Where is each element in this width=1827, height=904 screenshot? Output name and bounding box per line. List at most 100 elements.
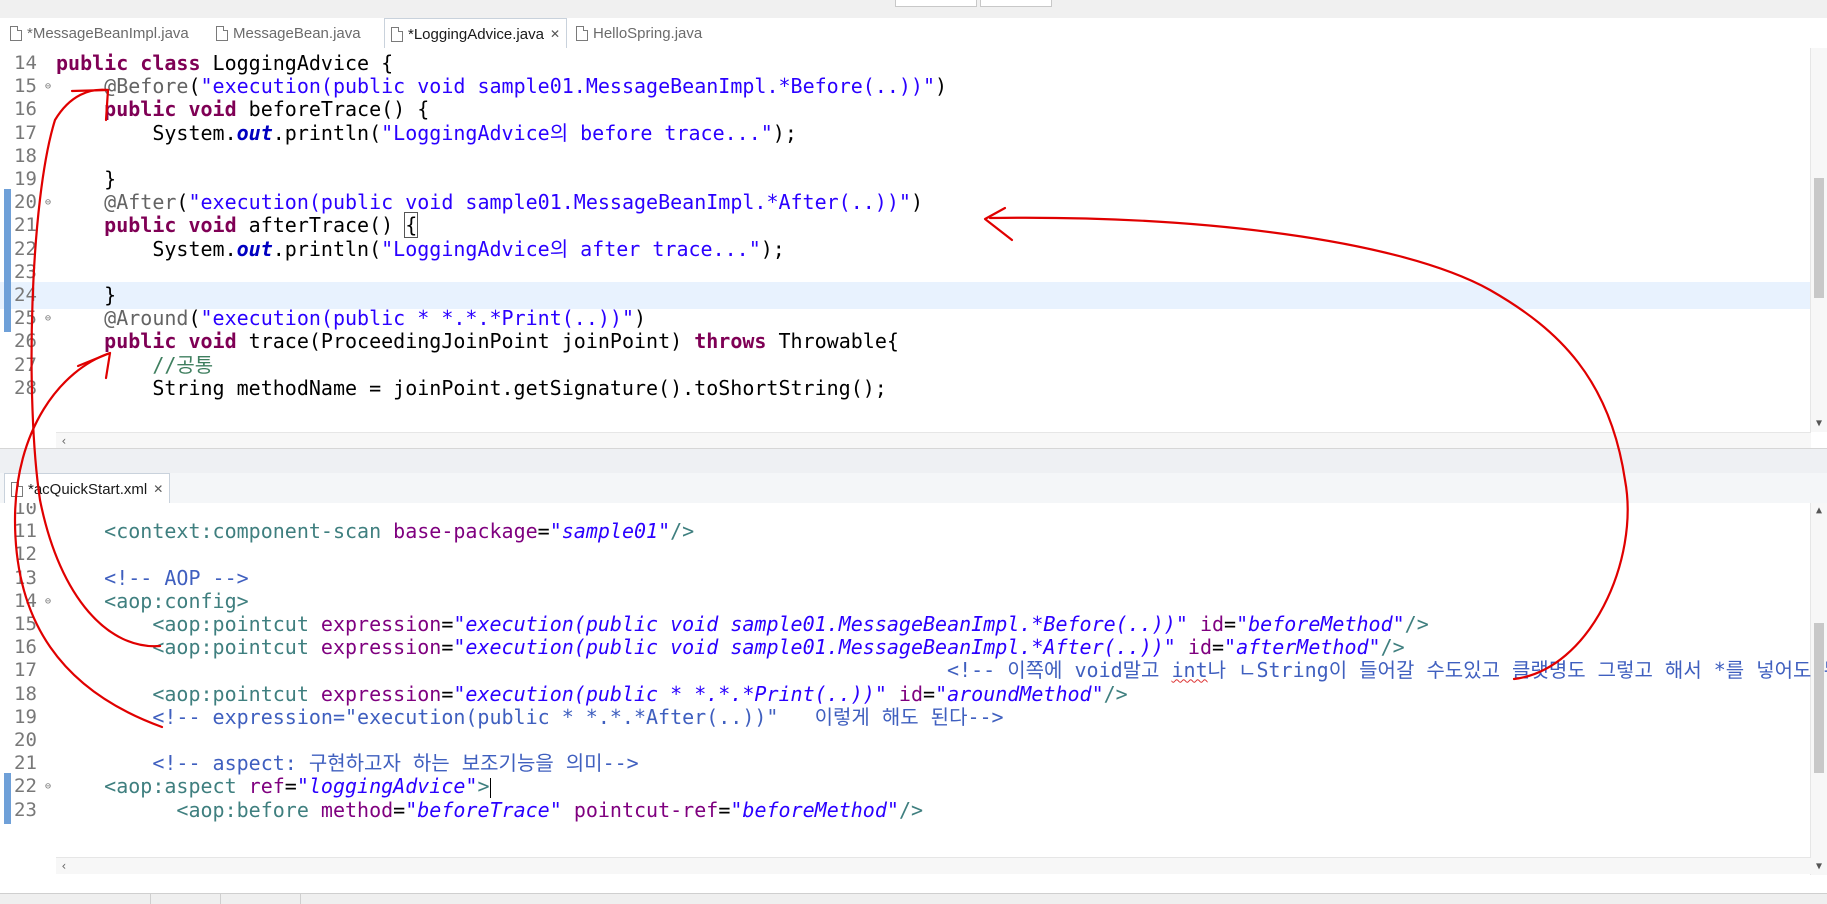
code-token: out (236, 120, 273, 145)
tab-label: *MessageBeanImpl.java (27, 24, 189, 42)
xml-editor-tab-bar: *acQuickStart.xml ✕ (0, 473, 1827, 504)
code-token: > (477, 774, 490, 799)
code-token: = (1224, 612, 1237, 636)
scroll-down-icon[interactable]: ▼ (1811, 416, 1827, 432)
code-token: <!-- expression="execution(public * *.*.… (152, 704, 1004, 729)
code-token: "LoggingAdvice의 before trace..." (381, 120, 773, 145)
window-top-strip (0, 0, 1827, 19)
tab-messagebean[interactable]: MessageBean.java (210, 18, 367, 48)
code-token: id (1187, 635, 1212, 660)
code-token: .println( (272, 236, 382, 261)
code-token: expression (320, 681, 442, 706)
code-token: <context:component-scan (104, 519, 382, 544)
code-token: @Around (104, 306, 189, 331)
code-token: //공통 (152, 352, 214, 377)
code-token: int (1171, 658, 1208, 683)
code-token: System. (56, 236, 237, 261)
code-token: ( (188, 306, 201, 331)
scrollbar-thumb[interactable] (1814, 178, 1824, 298)
code-token: expression (320, 635, 442, 660)
code-token: method (320, 797, 394, 822)
code-token: void (188, 329, 237, 354)
code-token: public (104, 97, 177, 122)
tab-loggingadvice[interactable]: *LoggingAdvice.java ✕ (384, 18, 567, 49)
code-token: { (404, 212, 419, 239)
close-icon[interactable]: ✕ (550, 27, 560, 41)
code-token: "execution(public void sample01.MessageB… (453, 612, 1188, 636)
code-token: ) (634, 306, 647, 331)
editor-split-divider[interactable] (0, 448, 1827, 475)
scroll-down-icon[interactable]: ▼ (1811, 859, 1827, 875)
horizontal-scrollbar[interactable]: ‹ (56, 857, 1811, 874)
code-token: ( (176, 190, 189, 215)
code-token: public (104, 329, 177, 354)
code-token: ) (910, 190, 923, 215)
code-token: = (284, 774, 297, 799)
code-token: <aop:pointcut (152, 681, 309, 706)
scroll-left-icon[interactable]: ‹ (56, 858, 72, 874)
xml-code-editor[interactable]: ▲ ▼ ‹ 10 11 <context:component-scan base-… (0, 503, 1827, 875)
scroll-up-icon[interactable]: ▲ (1811, 503, 1827, 519)
code-token: void (188, 97, 237, 122)
tab-hellospring[interactable]: HelloSpring.java (570, 18, 708, 48)
vertical-scrollbar[interactable]: ▲ ▼ (1810, 503, 1827, 875)
code-token: "beforeMethod" (730, 797, 899, 822)
code-line[interactable]: 28 String methodName = joinPoint.getSign… (0, 375, 1810, 402)
code-token: ); (760, 236, 785, 261)
code-token: ref (248, 774, 285, 799)
scrollbar-thumb[interactable] (1814, 623, 1824, 773)
code-token: = (393, 797, 406, 822)
code-line[interactable]: 23 <aop:before method="beforeTrace" poin… (0, 796, 1810, 824)
code-token: ( (188, 74, 201, 99)
code-token: "LoggingAdvice의 after trace..." (381, 236, 761, 261)
tab-label: HelloSpring.java (593, 24, 703, 42)
code-token: afterTrace() (236, 213, 406, 238)
scroll-left-icon[interactable]: ‹ (56, 433, 72, 448)
code-token: <aop:pointcut (152, 612, 309, 636)
code-token: ); (772, 120, 797, 145)
toolbar-segment (895, 0, 977, 7)
java-code-editor[interactable]: ▼ ‹ 14 public class LoggingAdvice {⊖ 15 @B… (0, 48, 1827, 448)
code-token: @After (104, 190, 177, 215)
code-token: System. (56, 120, 237, 145)
java-file-icon (576, 25, 588, 41)
code-token: = (441, 612, 454, 636)
code-token: "execution(public * *.*.*Print(..))" (453, 681, 887, 706)
text-cursor (489, 777, 491, 798)
horizontal-scrollbar[interactable]: ‹ (56, 432, 1811, 448)
code-token: expression (320, 612, 442, 636)
code-token: "execution(public void sample01.MessageB… (200, 74, 936, 99)
java-editor-tab-bar: *MessageBeanImpl.java MessageBean.java *… (0, 18, 1827, 49)
vertical-scrollbar[interactable]: ▼ (1810, 48, 1827, 432)
status-bar (0, 893, 1827, 904)
code-token: .println( (272, 120, 382, 145)
code-token: "beforeTrace" (405, 797, 562, 822)
code-token: <aop:aspect (104, 774, 237, 799)
tab-messagebeanimpl[interactable]: *MessageBeanImpl.java (4, 18, 195, 48)
code-token: /> (1103, 681, 1128, 706)
code-text: String methodName = joinPoint.getSignatu… (56, 375, 887, 402)
close-icon[interactable]: ✕ (153, 482, 163, 496)
tab-acquickstart-xml[interactable]: *acQuickStart.xml ✕ (4, 473, 171, 504)
line-number: 28 (14, 376, 37, 399)
code-token: @Before (104, 74, 189, 99)
code-token: = (718, 797, 731, 822)
